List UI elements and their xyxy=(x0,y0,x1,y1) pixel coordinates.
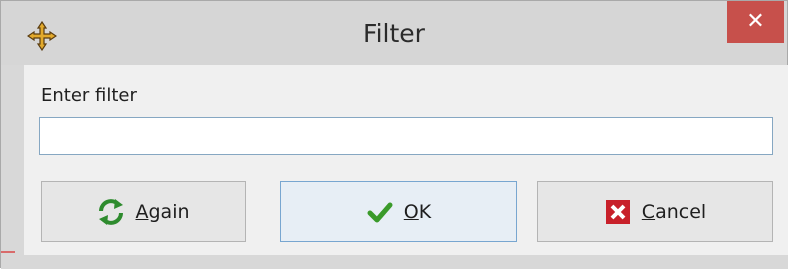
ok-mnemonic: O xyxy=(403,200,419,223)
ok-button[interactable]: OK xyxy=(280,181,517,242)
filter-input[interactable] xyxy=(39,117,773,155)
window-title: Filter xyxy=(363,19,425,48)
again-button[interactable]: Again xyxy=(41,181,246,242)
filter-dialog: Filter ✕ Enter filter Again OK Cancel xyxy=(0,0,788,269)
close-icon: ✕ xyxy=(746,9,765,34)
refresh-icon xyxy=(99,198,124,225)
cancel-x-icon xyxy=(605,199,630,224)
ok-button-label: OK xyxy=(404,201,431,223)
cancel-button[interactable]: Cancel xyxy=(537,181,773,242)
title-bar[interactable]: Filter ✕ xyxy=(1,1,787,65)
cancel-button-label: Cancel xyxy=(642,201,706,223)
cancel-mnemonic: C xyxy=(641,200,656,223)
filter-label: Enter filter xyxy=(41,85,137,106)
frame-accent xyxy=(1,251,15,253)
cancel-label-rest: ancel xyxy=(655,200,707,223)
again-label-rest: gain xyxy=(148,200,190,223)
window-frame-bottom xyxy=(1,255,788,269)
again-button-label: Again xyxy=(135,201,189,223)
window-frame-left xyxy=(1,65,24,269)
checkmark-icon xyxy=(367,202,393,222)
ok-label-rest: K xyxy=(418,200,432,223)
close-button[interactable]: ✕ xyxy=(727,1,784,43)
again-mnemonic: A xyxy=(135,200,149,223)
